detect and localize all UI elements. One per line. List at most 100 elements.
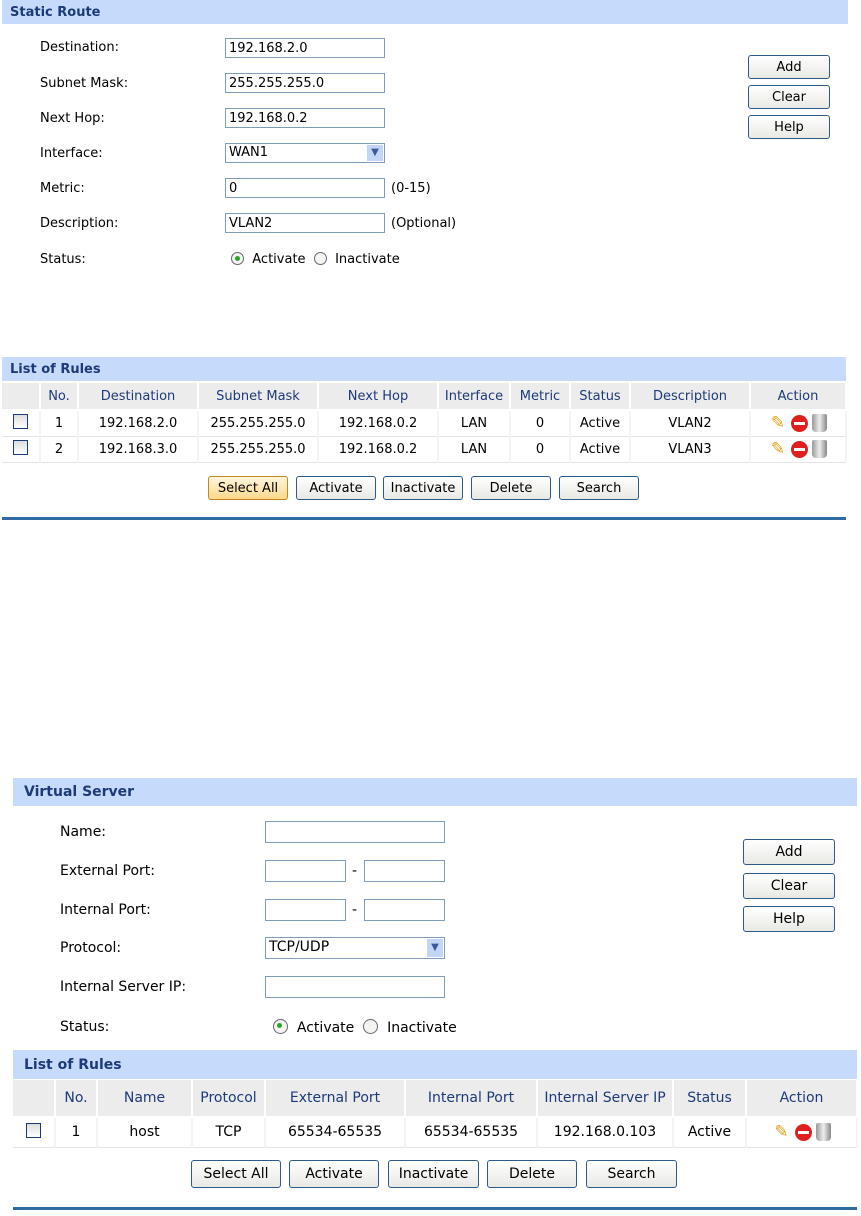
search-button[interactable]: Search xyxy=(586,1160,677,1188)
virtual-server-rules-table: No. Name Protocol External Port Internal Por… xyxy=(13,1080,858,1148)
virtual-server-header: Virtual Server xyxy=(13,778,857,806)
external-port-label: External Port: xyxy=(60,863,156,879)
column-header: No. xyxy=(40,383,79,411)
description-hint: (Optional) xyxy=(391,216,457,231)
metric-hint: (0-15) xyxy=(391,181,431,196)
metric-input[interactable] xyxy=(225,178,385,198)
add-button[interactable]: Add xyxy=(748,55,830,79)
table-cell: 192.168.0.103 xyxy=(537,1117,674,1148)
description-input[interactable] xyxy=(225,213,385,233)
protocol-select[interactable]: TCP/UDP ▼ xyxy=(265,937,445,959)
internal-port-start-input[interactable] xyxy=(265,899,346,921)
interface-label: Interface: xyxy=(40,146,103,161)
column-header: No. xyxy=(55,1080,98,1118)
external-port-start-input[interactable] xyxy=(265,860,346,882)
activate-button[interactable]: Activate xyxy=(289,1160,379,1188)
column-header: Protocol xyxy=(192,1080,266,1118)
column-header: Internal Port xyxy=(405,1080,538,1118)
column-header: Description xyxy=(630,383,751,411)
table-cell: 65534-65535 xyxy=(265,1117,406,1148)
activate-label: Activate xyxy=(252,252,306,267)
subnet-mask-input[interactable] xyxy=(225,73,385,93)
table-cell: Active xyxy=(570,410,631,437)
row-checkbox-cell xyxy=(2,410,41,437)
clear-button[interactable]: Clear xyxy=(743,873,835,899)
table-cell: 1 xyxy=(55,1117,98,1148)
inactivate-label: Inactivate xyxy=(335,252,400,267)
internal-server-ip-label: Internal Server IP: xyxy=(60,979,187,995)
column-header: Status xyxy=(570,383,631,411)
inactivate-button[interactable]: Inactivate xyxy=(388,1160,479,1188)
disable-icon[interactable] xyxy=(791,440,808,458)
divider xyxy=(13,1207,857,1210)
name-label: Name: xyxy=(60,824,107,840)
table-cell: 192.168.3.0 xyxy=(78,436,199,463)
chevron-down-icon: ▼ xyxy=(367,145,383,161)
action-cell: ✎ xyxy=(746,1117,858,1148)
row-checkbox-cell xyxy=(13,1117,56,1148)
select-all-button[interactable]: Select All xyxy=(208,476,288,500)
inactivate-label: Inactivate xyxy=(387,1020,457,1036)
trash-icon[interactable] xyxy=(815,1123,831,1142)
help-button[interactable]: Help xyxy=(748,115,830,139)
disable-icon[interactable] xyxy=(794,1123,812,1141)
disable-icon[interactable] xyxy=(791,414,808,432)
activate-radio[interactable] xyxy=(231,252,244,265)
column-header: Internal Server IP xyxy=(537,1080,674,1118)
list-of-rules-header: List of Rules xyxy=(2,357,846,381)
table-row: 1 host TCP 65534-65535 65534-65535 192.168.0.… xyxy=(13,1117,858,1148)
interface-select[interactable]: WAN1 ▼ xyxy=(225,143,385,163)
table-cell: 2 xyxy=(40,436,79,463)
edit-pencil-icon[interactable]: ✎ xyxy=(773,1123,791,1141)
activate-radio[interactable] xyxy=(273,1019,288,1034)
action-cell: ✎ xyxy=(750,436,847,463)
add-button[interactable]: Add xyxy=(743,839,835,865)
destination-input[interactable] xyxy=(225,38,385,58)
inactivate-button[interactable]: Inactivate xyxy=(383,476,463,500)
static-route-header: Static Route xyxy=(2,0,848,24)
name-input[interactable] xyxy=(265,821,445,843)
clear-button[interactable]: Clear xyxy=(748,85,830,109)
table-cell: VLAN3 xyxy=(630,436,751,463)
column-header: Subnet Mask xyxy=(198,383,319,411)
table-cell: 65534-65535 xyxy=(405,1117,538,1148)
edit-pencil-icon[interactable]: ✎ xyxy=(769,414,787,432)
table-cell: LAN xyxy=(438,410,511,437)
inactivate-radio[interactable] xyxy=(313,252,327,265)
column-header: Name xyxy=(97,1080,193,1118)
external-port-end-input[interactable] xyxy=(364,860,445,882)
subnet-mask-label: Subnet Mask: xyxy=(40,76,129,91)
table-cell: 192.168.0.2 xyxy=(318,410,439,437)
inactivate-radio[interactable] xyxy=(363,1019,379,1034)
delete-button[interactable]: Delete xyxy=(487,1160,577,1188)
divider xyxy=(2,517,846,520)
port-dash: - xyxy=(352,863,358,879)
internal-server-ip-input[interactable] xyxy=(265,976,445,998)
internal-port-end-input[interactable] xyxy=(364,899,445,921)
help-button[interactable]: Help xyxy=(743,906,835,932)
status-radio-group: Activate Inactivate xyxy=(231,252,400,267)
search-button[interactable]: Search xyxy=(559,476,639,500)
chevron-down-icon: ▼ xyxy=(427,939,443,957)
table-cell: 1 xyxy=(40,410,79,437)
description-label: Description: xyxy=(40,216,119,231)
table-cell: 192.168.2.0 xyxy=(78,410,199,437)
edit-pencil-icon[interactable]: ✎ xyxy=(769,440,787,458)
next-hop-input[interactable] xyxy=(225,108,385,128)
row-checkbox[interactable] xyxy=(13,439,28,455)
select-all-button[interactable]: Select All xyxy=(191,1160,281,1188)
protocol-value: TCP/UDP xyxy=(269,939,330,955)
trash-icon[interactable] xyxy=(812,414,827,433)
table-cell: VLAN2 xyxy=(630,410,751,437)
row-checkbox-cell xyxy=(2,436,41,463)
activate-button[interactable]: Activate xyxy=(296,476,376,500)
row-checkbox[interactable] xyxy=(13,413,28,429)
trash-icon[interactable] xyxy=(812,440,827,458)
static-route-rules-table: No. Destination Subnet Mask Next Hop Interfa… xyxy=(2,383,847,463)
action-cell: ✎ xyxy=(750,410,847,437)
delete-button[interactable]: Delete xyxy=(471,476,551,500)
protocol-label: Protocol: xyxy=(60,940,122,956)
row-checkbox[interactable] xyxy=(26,1122,41,1138)
column-header: External Port xyxy=(265,1080,406,1118)
column-header: Action xyxy=(750,383,847,411)
